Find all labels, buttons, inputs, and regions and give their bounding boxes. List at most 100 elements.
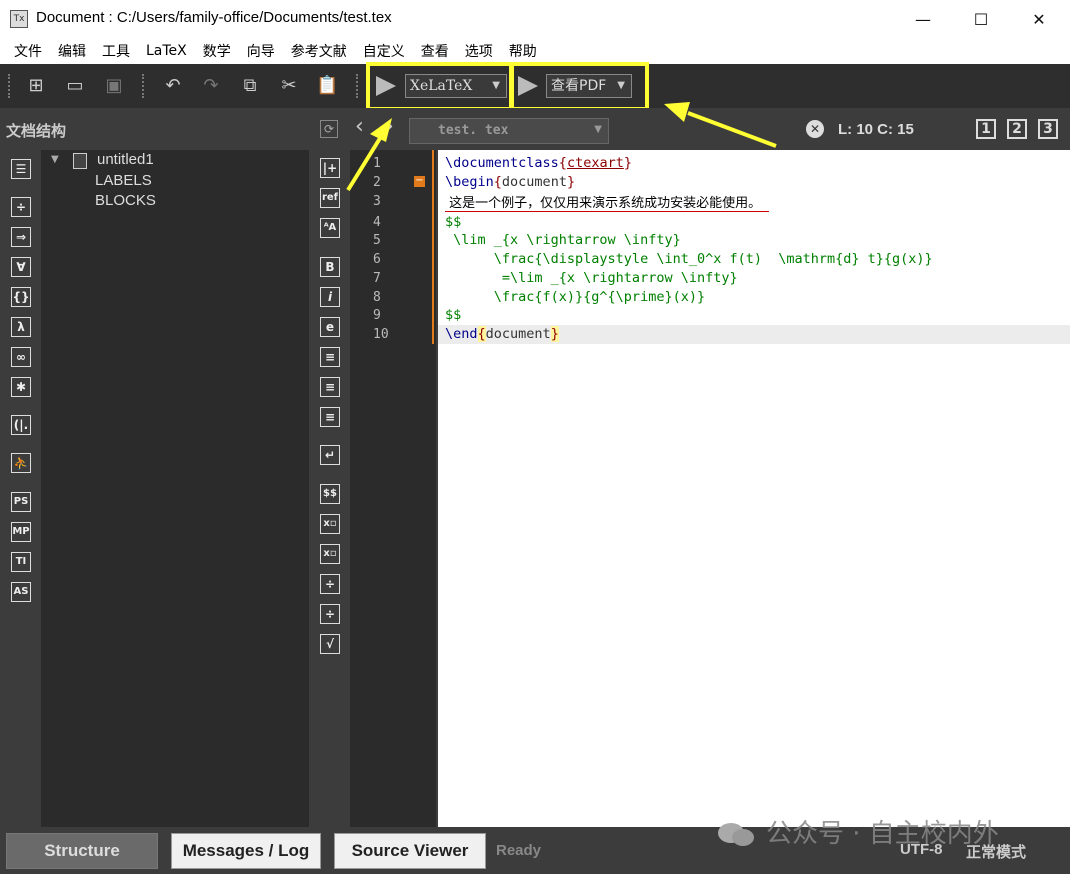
structure-tab-button[interactable]: Structure bbox=[6, 833, 158, 869]
open-file-icon[interactable]: ▭ bbox=[64, 75, 86, 97]
file-tab-select[interactable]: test. tex ▼ bbox=[409, 118, 609, 144]
new-line-icon[interactable]: ↵ bbox=[320, 445, 340, 465]
arrow-symbols-icon[interactable]: ⇒ bbox=[11, 227, 31, 247]
brackets-icon[interactable]: (|. bbox=[11, 415, 31, 435]
editor-mode-label: 正常模式 bbox=[966, 843, 1027, 861]
code-line-10: \end{document} bbox=[445, 326, 559, 342]
insert-label-icon[interactable]: |+ bbox=[320, 158, 340, 178]
close-button[interactable]: ✕ bbox=[1010, 0, 1068, 38]
greek-letters-icon[interactable]: λ bbox=[11, 317, 31, 337]
sqrt-icon[interactable]: √ bbox=[320, 634, 340, 654]
italic-icon[interactable]: i bbox=[320, 287, 340, 307]
metapost-icon[interactable]: MP bbox=[11, 522, 31, 542]
misc-symbols-icon[interactable]: ∀ bbox=[11, 257, 31, 277]
view-2-button[interactable]: 2 bbox=[1007, 119, 1027, 139]
paste-icon[interactable]: 📋 bbox=[316, 75, 338, 97]
toolbar-grip[interactable] bbox=[356, 74, 360, 98]
line-number: 6 bbox=[373, 252, 381, 267]
copy-icon[interactable]: ⧉ bbox=[239, 75, 261, 97]
fold-icon[interactable]: − bbox=[414, 176, 425, 187]
line-number: 8 bbox=[373, 290, 381, 305]
quick-build-icon[interactable] bbox=[376, 76, 396, 96]
save-icon[interactable]: ▣ bbox=[103, 75, 125, 97]
view-3-button[interactable]: 3 bbox=[1038, 119, 1058, 139]
expand-arrow-icon[interactable]: ▼ bbox=[51, 154, 59, 165]
menu-file[interactable]: 文件 bbox=[6, 41, 50, 61]
chevron-down-icon: ▼ bbox=[617, 80, 625, 91]
source-viewer-button[interactable]: Source Viewer bbox=[334, 833, 486, 869]
menu-bibliography[interactable]: 参考文献 bbox=[283, 41, 355, 61]
align-left-icon[interactable]: ≡ bbox=[320, 347, 340, 367]
maximize-button[interactable]: ☐ bbox=[952, 0, 1010, 38]
menu-tools[interactable]: 工具 bbox=[94, 41, 138, 61]
view-pdf-run-icon[interactable] bbox=[518, 76, 538, 96]
status-text: Ready bbox=[496, 842, 542, 859]
code-line-9: $$ bbox=[445, 307, 462, 323]
code-line-4: $$ bbox=[445, 214, 462, 230]
menu-options[interactable]: 选项 bbox=[457, 41, 501, 61]
redo-icon[interactable]: ↷ bbox=[200, 75, 222, 97]
code-line-6: \frac{\displaystyle \int_0^x f(t) \mathr… bbox=[445, 251, 933, 267]
tree-item-labels[interactable]: LABELS bbox=[95, 172, 152, 189]
encoding-label[interactable]: UTF-8 bbox=[900, 841, 943, 858]
cursor-position: L: 10 C: 15 bbox=[838, 121, 914, 138]
math-mode-icon[interactable]: $$ bbox=[320, 484, 340, 504]
close-file-icon[interactable]: ✕ bbox=[806, 120, 824, 138]
dfrac-icon[interactable]: ÷ bbox=[320, 604, 340, 624]
pstricks-icon[interactable]: PS bbox=[11, 492, 31, 512]
watermark-text: 公众号 · 自主校内外 bbox=[766, 819, 999, 849]
delimiters-icon[interactable]: {} bbox=[11, 287, 31, 307]
menu-latex[interactable]: LaTeX bbox=[138, 43, 195, 59]
toolbar-grip[interactable] bbox=[8, 74, 12, 98]
subscript-icon[interactable]: x▫ bbox=[320, 514, 340, 534]
line-number: 2 bbox=[373, 175, 381, 190]
align-center-icon[interactable]: ≡ bbox=[320, 377, 340, 397]
relation-symbols-icon[interactable]: ÷ bbox=[11, 197, 31, 217]
viewer-select[interactable]: 查看PDF ▼ bbox=[546, 74, 632, 98]
line-number: 1 bbox=[373, 156, 381, 171]
user-icon[interactable]: ⛹ bbox=[11, 453, 31, 473]
align-right-icon[interactable]: ≡ bbox=[320, 407, 340, 427]
menu-view[interactable]: 查看 bbox=[413, 41, 457, 61]
tikz-icon[interactable]: TI bbox=[11, 552, 31, 572]
minimize-button[interactable]: — bbox=[894, 0, 952, 38]
cut-icon[interactable]: ✂ bbox=[278, 75, 300, 97]
font-size-icon[interactable]: ᴬA bbox=[320, 218, 340, 238]
menu-edit[interactable]: 编辑 bbox=[50, 41, 94, 61]
tree-item-blocks[interactable]: BLOCKS bbox=[95, 192, 156, 209]
emphasis-icon[interactable]: e bbox=[320, 317, 340, 337]
structure-panel-header: 文档结构 ⟳ bbox=[0, 108, 350, 150]
line-number: 7 bbox=[373, 271, 381, 286]
menu-wizard[interactable]: 向导 bbox=[239, 41, 283, 61]
window-title: Document : C:/Users/family-office/Docume… bbox=[36, 9, 392, 26]
fraction-icon[interactable]: ÷ bbox=[320, 574, 340, 594]
app-icon: Tx bbox=[10, 10, 28, 28]
bold-icon[interactable]: B bbox=[320, 257, 340, 277]
undo-icon[interactable]: ↶ bbox=[162, 75, 184, 97]
code-line-5: \lim _{x \rightarrow \infty} bbox=[445, 232, 681, 248]
menu-user[interactable]: 自定义 bbox=[355, 41, 413, 61]
toolbar-grip[interactable] bbox=[142, 74, 146, 98]
messages-log-button[interactable]: Messages / Log bbox=[171, 833, 321, 869]
asterisk-symbols-icon[interactable]: ✱ bbox=[11, 377, 31, 397]
new-file-icon[interactable]: ⊞ bbox=[25, 75, 47, 97]
view-1-button[interactable]: 1 bbox=[976, 119, 996, 139]
back-icon[interactable]: ‹ bbox=[355, 114, 364, 139]
tree-root[interactable]: untitled1 bbox=[97, 151, 154, 168]
line-gutter bbox=[350, 150, 436, 827]
document-icon bbox=[73, 153, 87, 169]
structure-view-icon[interactable]: ☰ bbox=[11, 159, 31, 179]
line-number: 3 bbox=[373, 194, 381, 209]
superscript-icon[interactable]: x▫ bbox=[320, 544, 340, 564]
menu-math[interactable]: 数学 bbox=[195, 41, 239, 61]
infinity-symbols-icon[interactable]: ∞ bbox=[11, 347, 31, 367]
viewer-select-value: 查看PDF bbox=[551, 78, 607, 94]
ref-icon[interactable]: ref bbox=[320, 188, 340, 208]
refresh-icon[interactable]: ⟳ bbox=[320, 120, 338, 138]
forward-icon[interactable]: › bbox=[385, 114, 394, 139]
menu-help[interactable]: 帮助 bbox=[501, 41, 545, 61]
structure-panel-title: 文档结构 bbox=[6, 122, 67, 140]
compiler-select[interactable]: XeLaTeX ▼ bbox=[405, 74, 507, 98]
menu-bar: 文件 编辑 工具 LaTeX 数学 向导 参考文献 自定义 查看 选项 帮助 bbox=[0, 38, 1070, 64]
asymptote-icon[interactable]: AS bbox=[11, 582, 31, 602]
